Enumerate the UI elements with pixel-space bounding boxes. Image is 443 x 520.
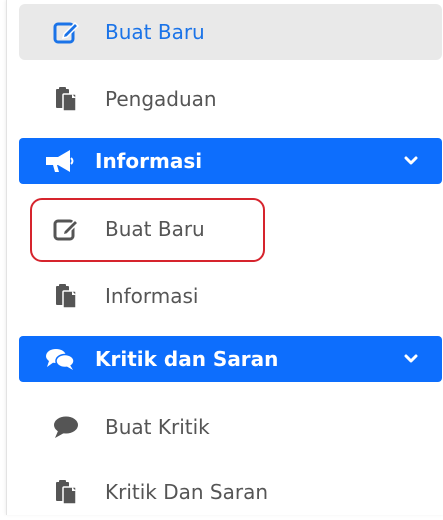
menu-item-label: Pengaduan — [105, 87, 217, 111]
menu-item-pengaduan[interactable]: Pengaduan — [19, 71, 442, 127]
menu-item-buat-kritik[interactable]: Buat Kritik — [19, 399, 442, 455]
chevron-down-icon — [402, 152, 420, 170]
menu-item-label: Buat Baru — [105, 20, 205, 44]
menu-item-kritik-dan-saran-list[interactable]: Kritik Dan Saran — [19, 464, 442, 520]
edit-icon — [51, 214, 81, 244]
sidebar-menu: Buat Baru Pengaduan Informasi Buat Baru … — [6, 0, 443, 515]
section-label: Informasi — [95, 149, 203, 173]
chevron-down-icon — [402, 350, 420, 368]
clipboard-icon — [51, 477, 81, 507]
menu-item-label: Informasi — [105, 284, 199, 308]
clipboard-icon — [51, 84, 81, 114]
clipboard-icon — [51, 281, 81, 311]
menu-item-label: Kritik Dan Saran — [105, 480, 269, 504]
menu-item-informasi-list[interactable]: Informasi — [19, 268, 442, 324]
menu-item-buat-baru-informasi[interactable]: Buat Baru — [19, 201, 442, 257]
menu-item-label: Buat Kritik — [105, 415, 210, 439]
megaphone-icon — [45, 146, 75, 176]
menu-section-kritik-dan-saran[interactable]: Kritik dan Saran — [19, 336, 442, 382]
menu-item-label: Buat Baru — [105, 217, 205, 241]
section-label: Kritik dan Saran — [95, 347, 279, 371]
menu-section-informasi[interactable]: Informasi — [19, 138, 442, 184]
comments-icon — [45, 344, 75, 374]
comment-icon — [51, 412, 81, 442]
menu-item-buat-baru-pengaduan[interactable]: Buat Baru — [19, 4, 442, 60]
edit-icon — [51, 17, 81, 47]
